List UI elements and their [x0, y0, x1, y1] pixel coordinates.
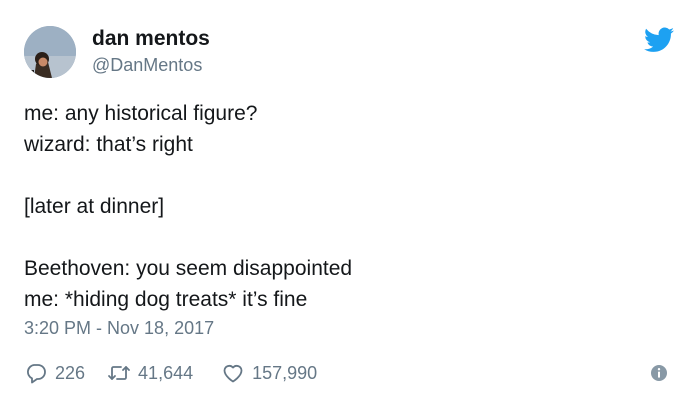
twitter-bird-icon[interactable] — [644, 27, 674, 53]
tweet-line: Beethoven: you seem disappointed — [24, 257, 353, 280]
tweet-text: me: any historical figure? wizard: that’… — [24, 98, 664, 315]
tweet-timestamp[interactable]: 3:20 PM - Nov 18, 2017 — [24, 318, 214, 339]
reply-icon — [27, 364, 46, 384]
avatar-image — [24, 26, 76, 78]
display-name[interactable]: dan mentos — [92, 27, 210, 51]
retweet-button[interactable]: 41,644 — [107, 361, 193, 385]
retweet-count: 41,644 — [138, 362, 194, 383]
tweet-line: wizard: that’s right — [24, 133, 193, 156]
avatar[interactable] — [24, 26, 76, 78]
tweet-line — [24, 160, 664, 191]
tweet-line: me: any historical figure? — [24, 102, 258, 125]
retweet-icon — [108, 366, 130, 380]
info-icon[interactable] — [650, 364, 668, 382]
like-count: 157,990 — [252, 362, 318, 383]
tweet-line — [24, 222, 664, 253]
tweet-line: [later at dinner] — [24, 195, 165, 218]
tweet-card: dan mentos @DanMentos me: any historical… — [0, 0, 700, 402]
reply-button[interactable]: 226 — [24, 361, 85, 385]
like-button[interactable]: 157,990 — [221, 361, 317, 385]
reply-count: 226 — [55, 362, 86, 383]
heart-icon — [223, 365, 243, 383]
tweet-actions: 226 41,644 157,990 — [24, 359, 317, 387]
user-handle[interactable]: @DanMentos — [92, 55, 202, 76]
tweet-line: me: *hiding dog treats* it’s fine — [24, 288, 308, 311]
